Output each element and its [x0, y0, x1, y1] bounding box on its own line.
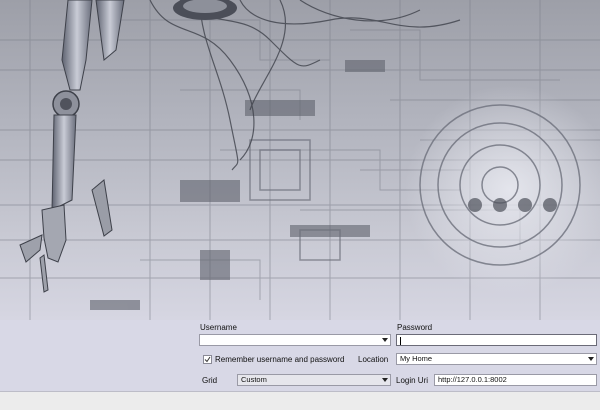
- login-uri-label: Login Uri: [396, 376, 429, 385]
- status-bar: [0, 391, 600, 410]
- location-combobox[interactable]: My Home: [396, 353, 597, 365]
- remember-checkbox[interactable]: [203, 355, 212, 364]
- text-cursor: [400, 337, 401, 345]
- grid-label: Grid: [202, 376, 218, 385]
- chevron-down-icon[interactable]: [586, 355, 595, 363]
- grid-combobox[interactable]: Custom: [237, 374, 391, 386]
- username-label: Username: [200, 323, 237, 332]
- grid-value: Custom: [241, 375, 267, 384]
- login-uri-field[interactable]: http://127.0.0.1:8002: [434, 374, 597, 386]
- robot-circuit-illustration: [0, 0, 600, 320]
- login-uri-value: http://127.0.0.1:8002: [438, 375, 507, 384]
- checkmark-icon: [204, 356, 211, 363]
- username-combobox[interactable]: [199, 334, 391, 346]
- password-field[interactable]: [396, 334, 597, 346]
- location-value: My Home: [400, 354, 433, 363]
- chevron-down-icon[interactable]: [380, 336, 389, 344]
- location-label: Location: [358, 355, 389, 364]
- login-panel: Username Password Remember username and …: [0, 320, 600, 391]
- chevron-down-icon[interactable]: [380, 376, 389, 384]
- remember-label[interactable]: Remember username and password: [215, 355, 344, 364]
- splash-artwork: [0, 0, 600, 320]
- password-label: Password: [397, 323, 433, 332]
